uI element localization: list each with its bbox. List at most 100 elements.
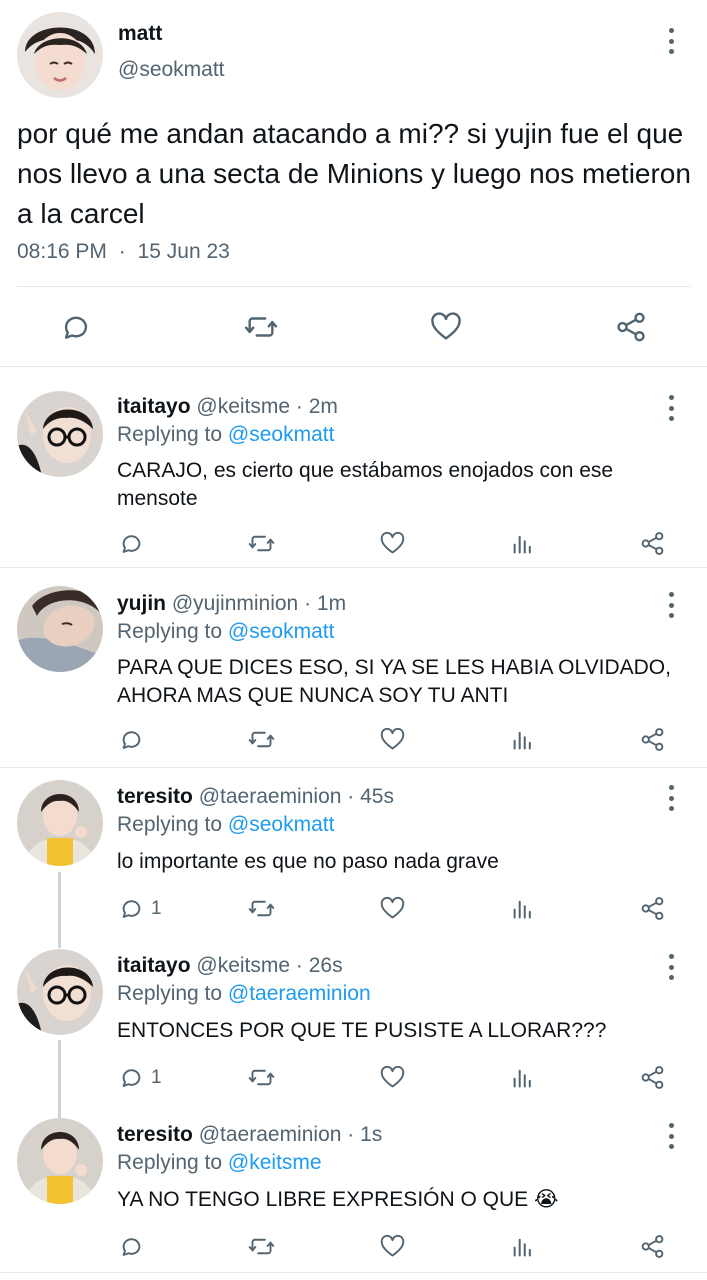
reply-author-name[interactable]: teresito xyxy=(117,1123,193,1146)
meta-separator: · xyxy=(347,785,355,808)
reply-time: 1m xyxy=(316,592,347,615)
more-options-icon[interactable] xyxy=(668,395,674,421)
share-icon xyxy=(639,726,666,753)
views-icon xyxy=(509,1233,536,1260)
reply-author-handle[interactable]: @keitsme xyxy=(196,954,290,977)
share-button[interactable] xyxy=(639,1064,666,1091)
avatar-teresito[interactable] xyxy=(17,780,103,866)
reply-button[interactable]: 1 xyxy=(118,1064,162,1091)
replying-to-mention[interactable]: @seokmatt xyxy=(228,813,335,836)
reply-author-name[interactable]: itaitayo xyxy=(117,395,191,418)
views-icon xyxy=(509,530,536,557)
views-button[interactable] xyxy=(509,530,536,557)
like-icon xyxy=(379,1233,406,1260)
replying-to-label: Replying to xyxy=(117,1151,223,1174)
retweet-icon xyxy=(248,1233,275,1260)
more-options-icon[interactable] xyxy=(668,785,674,811)
more-options-icon[interactable] xyxy=(668,954,674,980)
reply-tweet[interactable]: teresito @taeraeminion · 1s Replying to … xyxy=(0,1106,707,1273)
reply-icon xyxy=(118,895,145,922)
share-button[interactable] xyxy=(639,726,666,753)
replying-to-mention[interactable]: @seokmatt xyxy=(228,620,335,643)
more-options-icon[interactable] xyxy=(668,28,674,54)
share-button[interactable] xyxy=(639,1233,666,1260)
avatar-teresito[interactable] xyxy=(17,1118,103,1204)
retweet-icon xyxy=(248,530,275,557)
reply-icon xyxy=(118,1064,145,1091)
views-button[interactable] xyxy=(509,726,536,753)
avatar-itaitayo[interactable] xyxy=(17,391,103,477)
meta-separator: · xyxy=(347,1123,355,1146)
replying-to-mention[interactable]: @taeraeminion xyxy=(228,982,371,1005)
meta-separator: · xyxy=(295,395,303,418)
views-icon xyxy=(509,1064,536,1091)
reply-header: yujin @yujinminion · 1m xyxy=(117,592,346,616)
reply-icon xyxy=(118,1233,145,1260)
reply-icon xyxy=(118,530,145,557)
reply-tweet[interactable]: teresito @taeraeminion · 45s Replying to… xyxy=(0,768,707,936)
share-button[interactable] xyxy=(639,895,666,922)
retweet-button[interactable] xyxy=(248,726,275,753)
reply-button[interactable] xyxy=(118,530,151,557)
reply-author-name[interactable]: itaitayo xyxy=(117,954,191,977)
reply-time: 2m xyxy=(308,395,338,418)
reply-tweet[interactable]: itaitayo @keitsme · 2m Replying to @seok… xyxy=(0,367,707,568)
reply-author-handle[interactable]: @yujinminion xyxy=(172,592,298,615)
like-button[interactable] xyxy=(379,530,406,557)
like-button[interactable] xyxy=(379,1233,406,1260)
meta-separator: · xyxy=(295,954,303,977)
like-button[interactable] xyxy=(379,726,406,753)
avatar-matt[interactable] xyxy=(17,12,103,98)
views-button[interactable] xyxy=(509,895,536,922)
reply-text: PARA QUE DICES ESO, SI YA SE LES HABIA O… xyxy=(117,656,671,707)
like-button[interactable] xyxy=(429,310,463,344)
reply-tweet[interactable]: itaitayo @keitsme · 26s Replying to @tae… xyxy=(0,937,707,1105)
reply-header: itaitayo @keitsme · 26s xyxy=(117,954,343,978)
author-name[interactable]: matt xyxy=(118,22,162,46)
reply-author-handle[interactable]: @taeraeminion xyxy=(199,1123,342,1146)
share-button[interactable] xyxy=(639,530,666,557)
avatar-itaitayo[interactable] xyxy=(17,949,103,1035)
replying-to-mention[interactable]: @seokmatt xyxy=(228,423,335,446)
reply-text: YA NO TENGO LIBRE EXPRESIÓN O QUE 😭 xyxy=(117,1188,559,1211)
replying-to: Replying to @seokmatt xyxy=(117,423,334,447)
main-tweet: matt @seokmatt por qué me andan atacando… xyxy=(0,0,707,367)
author-handle[interactable]: @seokmatt xyxy=(118,58,225,82)
reply-button[interactable] xyxy=(118,1233,151,1260)
reply-header: itaitayo @keitsme · 2m xyxy=(117,395,338,419)
retweet-button[interactable] xyxy=(248,530,275,557)
reply-text: ENTONCES POR QUE TE PUSISTE A LLORAR??? xyxy=(117,1019,607,1042)
more-options-icon[interactable] xyxy=(668,1123,674,1149)
reply-author-handle[interactable]: @taeraeminion xyxy=(199,785,342,808)
views-button[interactable] xyxy=(509,1064,536,1091)
avatar-yujin[interactable] xyxy=(17,586,103,672)
reply-text: CARAJO, es cierto que estábamos enojados… xyxy=(117,459,614,510)
like-icon xyxy=(379,1064,406,1091)
reply-count: 1 xyxy=(151,897,162,919)
meta-separator: · xyxy=(304,592,312,615)
views-button[interactable] xyxy=(509,1233,536,1260)
like-button[interactable] xyxy=(379,1064,406,1091)
retweet-button[interactable] xyxy=(248,895,275,922)
reply-icon xyxy=(118,726,145,753)
retweet-button[interactable] xyxy=(244,310,278,344)
reply-button[interactable]: 1 xyxy=(118,895,162,922)
retweet-button[interactable] xyxy=(248,1233,275,1260)
reply-author-name[interactable]: yujin xyxy=(117,592,166,615)
like-icon xyxy=(429,310,463,344)
reply-author-handle[interactable]: @keitsme xyxy=(196,395,290,418)
reply-tweet[interactable]: yujin @yujinminion · 1m Replying to @seo… xyxy=(0,568,707,768)
like-icon xyxy=(379,895,406,922)
retweet-icon xyxy=(248,895,275,922)
share-button[interactable] xyxy=(614,310,648,344)
like-icon xyxy=(379,726,406,753)
like-button[interactable] xyxy=(379,895,406,922)
reply-button[interactable] xyxy=(59,310,93,344)
more-options-icon[interactable] xyxy=(668,592,674,618)
share-icon xyxy=(639,1064,666,1091)
replying-to-label: Replying to xyxy=(117,620,223,643)
retweet-button[interactable] xyxy=(248,1064,275,1091)
reply-author-name[interactable]: teresito xyxy=(117,785,193,808)
replying-to-mention[interactable]: @keitsme xyxy=(228,1151,322,1174)
reply-button[interactable] xyxy=(118,726,151,753)
